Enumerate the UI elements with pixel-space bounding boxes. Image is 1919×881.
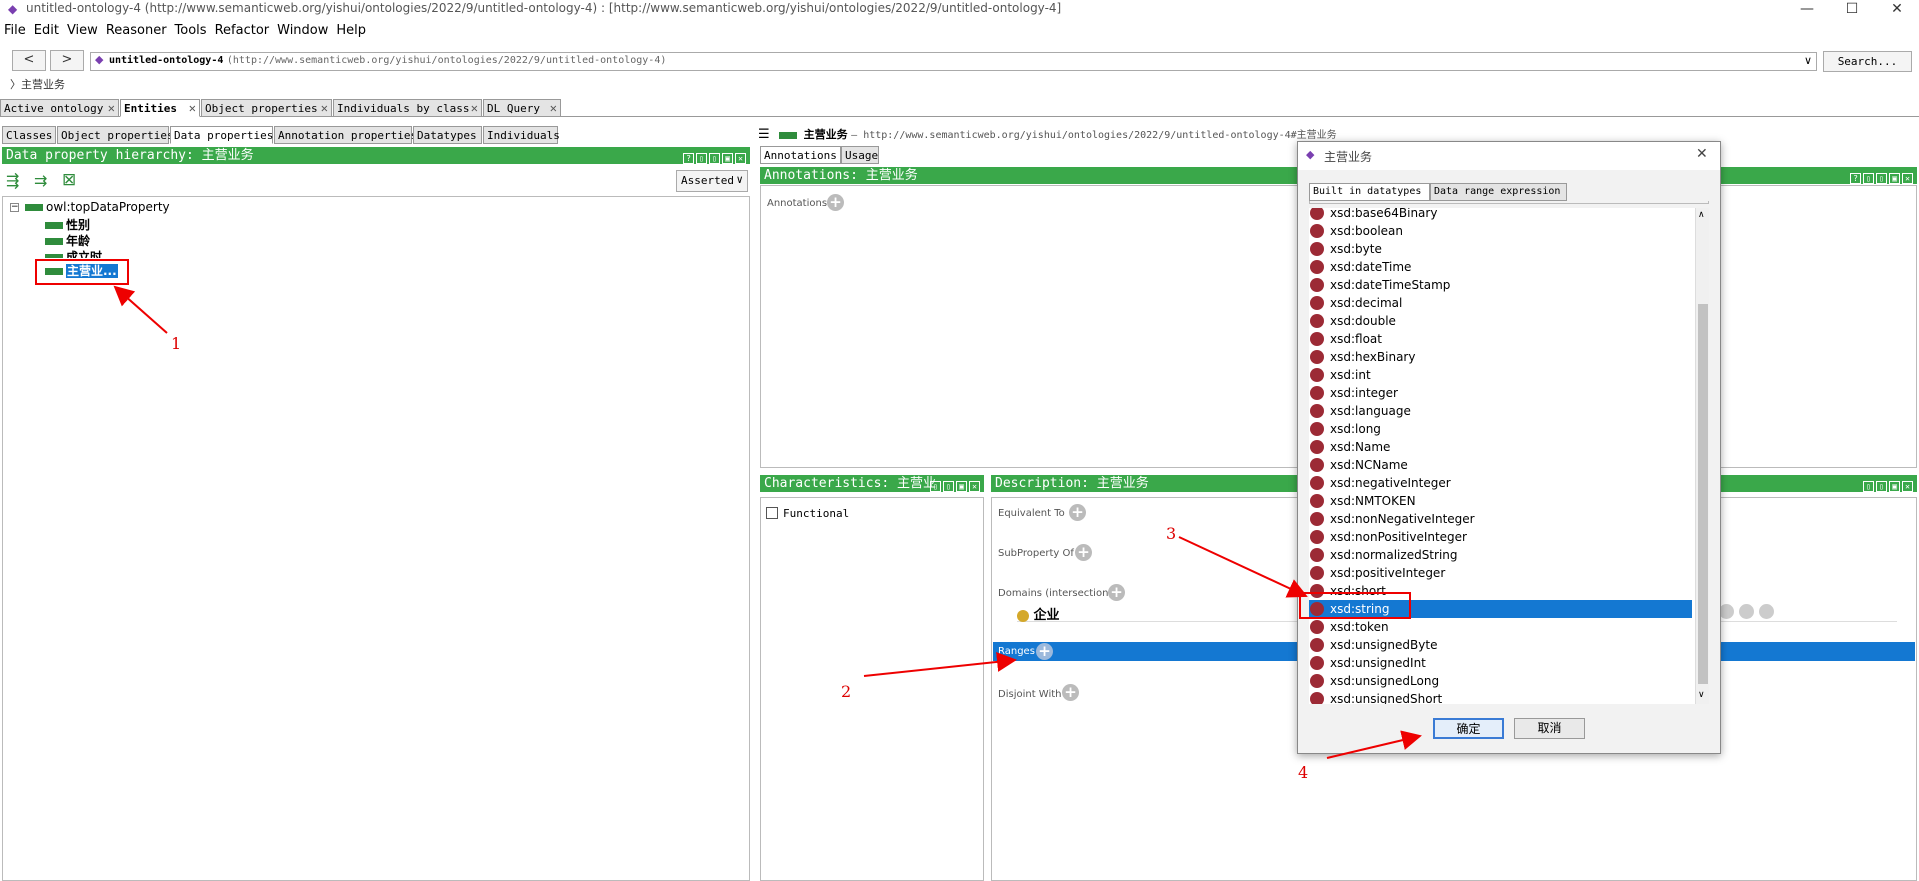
arrow-3 [1179,537,1306,596]
arrow-2 [864,660,1015,676]
annotation-arrows [0,0,1919,881]
step-label-3: 3 [1166,524,1176,543]
arrow-1 [115,287,167,333]
step-label-2: 2 [841,682,851,701]
arrow-4 [1327,736,1420,758]
step-label-4: 4 [1298,763,1308,782]
step-label-1: 1 [171,334,181,353]
